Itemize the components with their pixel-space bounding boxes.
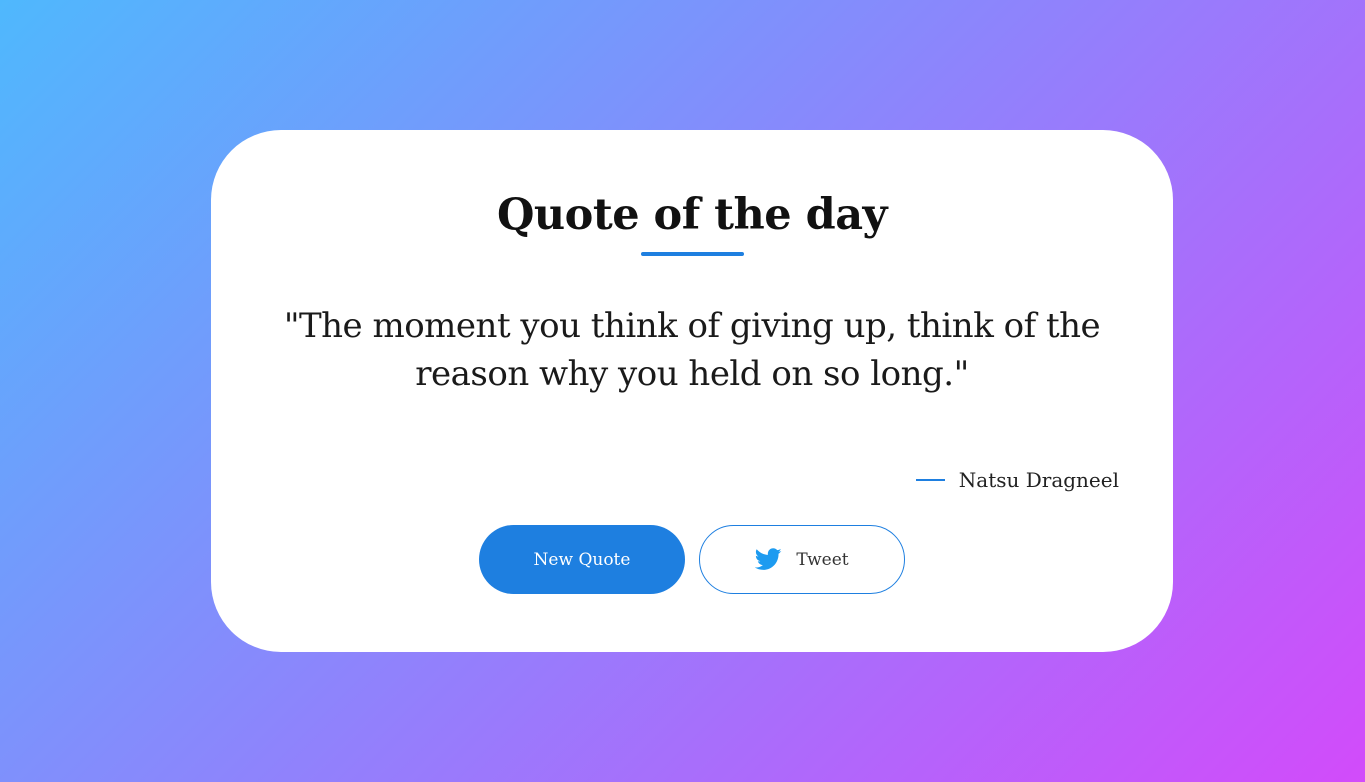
author-row: Natsu Dragneel (915, 464, 1119, 496)
page-title: Quote of the day (496, 190, 888, 240)
new-quote-button[interactable]: New Quote (479, 525, 685, 594)
new-quote-label: New Quote (533, 549, 631, 570)
quote-text: "The moment you think of giving up, thin… (283, 306, 1101, 394)
quote-author: Natsu Dragneel (958, 468, 1119, 492)
title-underline (641, 252, 744, 256)
tweet-label: Tweet (796, 549, 849, 570)
quote-card: Quote of the day "The moment you think o… (211, 130, 1173, 652)
author-dash (915, 479, 945, 481)
twitter-bird-icon (755, 548, 782, 571)
tweet-button[interactable]: Tweet (699, 525, 905, 594)
